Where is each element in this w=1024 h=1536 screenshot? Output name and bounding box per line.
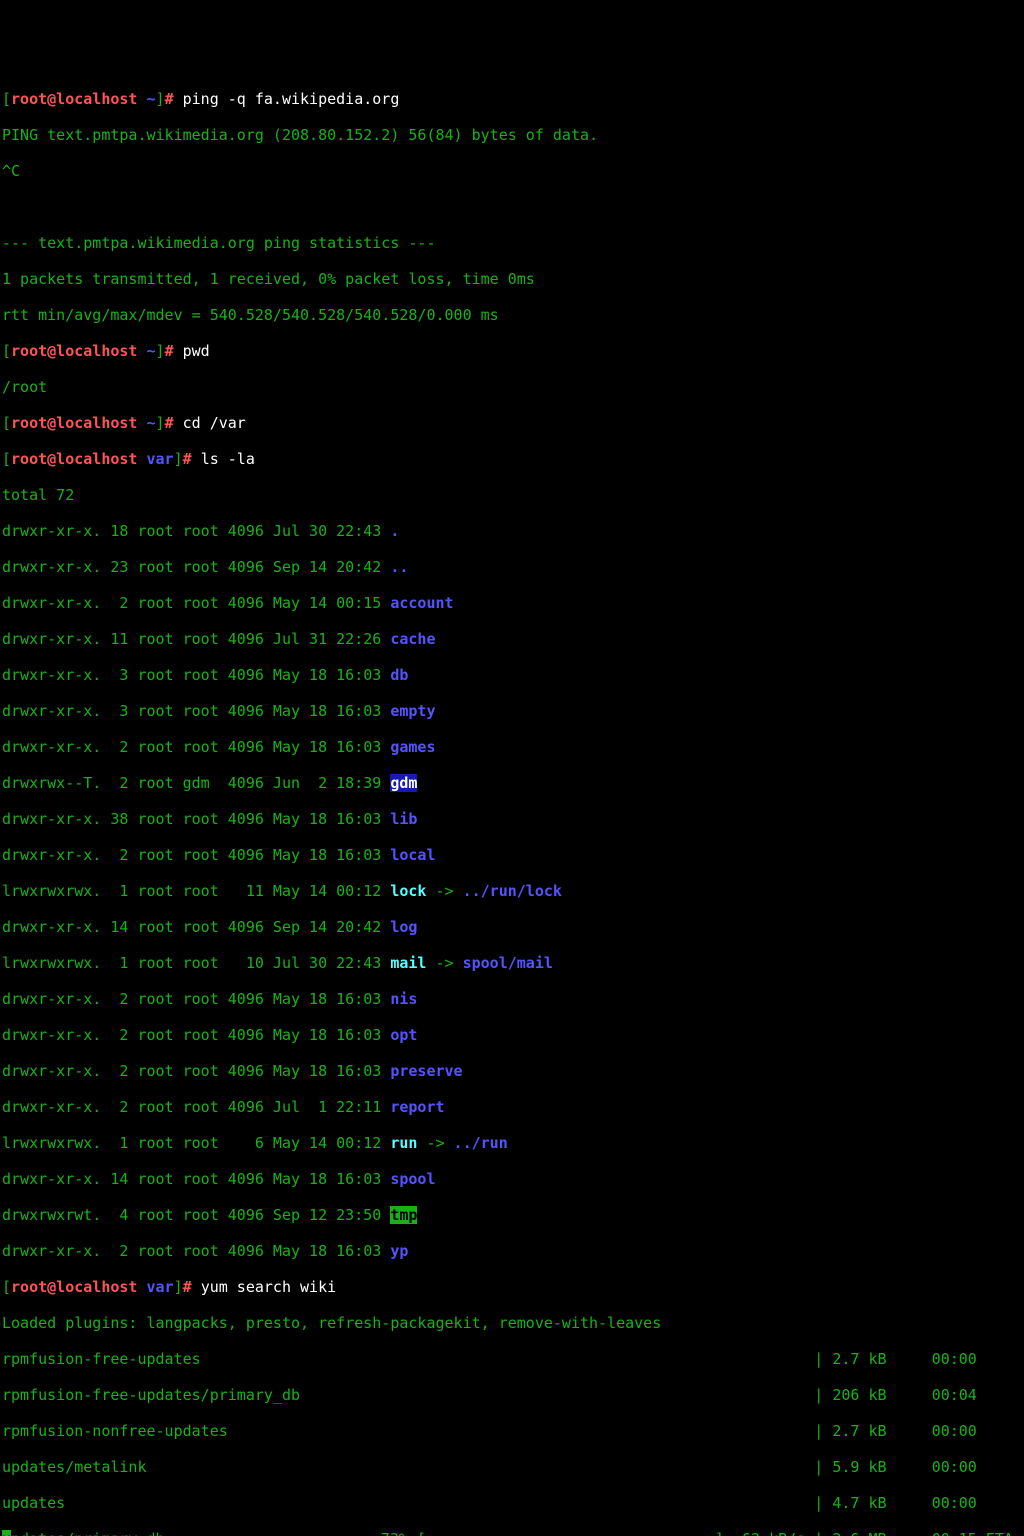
cmd-ping: ping -q fa.wikipedia.org: [183, 90, 400, 108]
symlink: mail: [390, 954, 426, 972]
ls-row: drwxr-xr-x. 14 root root 4096 May 18 16:…: [2, 1170, 1022, 1188]
ls-row: drwxr-xr-x. 18 root root 4096 Jul 30 22:…: [2, 522, 1022, 540]
yum-row: updates/metalink| 5.9 kB 00:00: [2, 1458, 1022, 1476]
ls-row: drwxr-xr-x. 2 root root 4096 May 18 16:0…: [2, 1062, 1022, 1080]
ls-row: drwxr-xr-x. 38 root root 4096 May 18 16:…: [2, 810, 1022, 828]
ls-row: drwxr-xr-x. 3 root root 4096 May 18 16:0…: [2, 702, 1022, 720]
pwd-output: /root: [2, 378, 1022, 396]
dir-tmp: tmp: [390, 1206, 417, 1224]
ls-row: drwxr-xr-x. 2 root root 4096 May 14 00:1…: [2, 594, 1022, 612]
yum-row: rpmfusion-free-updates/primary_db| 206 k…: [2, 1386, 1022, 1404]
ls-row: drwxr-xr-x. 2 root root 4096 May 18 16:0…: [2, 1026, 1022, 1044]
ls-row: drwxr-xr-x. 2 root root 4096 May 18 16:0…: [2, 846, 1022, 864]
ping-blank: [2, 198, 1022, 216]
ping-stats-hdr: --- text.pmtpa.wikimedia.org ping statis…: [2, 234, 1022, 252]
ls-total: total 72: [2, 486, 1022, 504]
ls-row: drwxr-xr-x. 14 root root 4096 Sep 14 20:…: [2, 918, 1022, 936]
ls-row: drwxr-xr-x. 2 root root 4096 Jul 1 22:11…: [2, 1098, 1022, 1116]
yum-row: rpmfusion-nonfree-updates| 2.7 kB 00:00: [2, 1422, 1022, 1440]
ls-row: drwxr-xr-x. 11 root root 4096 Jul 31 22:…: [2, 630, 1022, 648]
ping-stats2: rtt min/avg/max/mdev = 540.528/540.528/5…: [2, 306, 1022, 324]
cmd-yum: yum search wiki: [201, 1278, 336, 1296]
prompt-line: [root@localhost var]# ls -la: [2, 450, 1022, 468]
ls-row: drwxr-xr-x. 3 root root 4096 May 18 16:0…: [2, 666, 1022, 684]
ping-output: PING text.pmtpa.wikimedia.org (208.80.15…: [2, 126, 1022, 144]
prompt-line: [root@localhost ~]# pwd: [2, 342, 1022, 360]
symlink: run: [390, 1134, 417, 1152]
ls-row: drwxrwx--T. 2 root gdm 4096 Jun 2 18:39 …: [2, 774, 1022, 792]
dir-gdm: gdm: [390, 774, 417, 792]
cmd-cd: cd /var: [183, 414, 246, 432]
progress-bar: [=========================- ]: [417, 1530, 724, 1536]
cursor-block: u: [2, 1530, 11, 1536]
symlink: lock: [390, 882, 426, 900]
yum-row: updates| 4.7 kB 00:00: [2, 1494, 1022, 1512]
ls-row: lrwxrwxrwx. 1 root root 11 May 14 00:12 …: [2, 882, 1022, 900]
terminal[interactable]: [root@localhost ~]# ping -q fa.wikipedia…: [0, 72, 1024, 1536]
ls-row: drwxr-xr-x. 2 root root 4096 May 18 16:0…: [2, 990, 1022, 1008]
yum-row: rpmfusion-free-updates| 2.7 kB 00:00: [2, 1350, 1022, 1368]
prompt-line: [root@localhost ~]# ping -q fa.wikipedia…: [2, 90, 1022, 108]
ping-stats1: 1 packets transmitted, 1 received, 0% pa…: [2, 270, 1022, 288]
ls-row: lrwxrwxrwx. 1 root root 6 May 14 00:12 r…: [2, 1134, 1022, 1152]
ls-row: drwxr-xr-x. 2 root root 4096 May 18 16:0…: [2, 738, 1022, 756]
prompt-line: [root@localhost ~]# cd /var: [2, 414, 1022, 432]
prompt-line: [root@localhost var]# yum search wiki: [2, 1278, 1022, 1296]
ls-row: drwxrwxrwt. 4 root root 4096 Sep 12 23:5…: [2, 1206, 1022, 1224]
ls-row: drwxr-xr-x. 23 root root 4096 Sep 14 20:…: [2, 558, 1022, 576]
ls-row: drwxr-xr-x. 2 root root 4096 May 18 16:0…: [2, 1242, 1022, 1260]
yum-progress: updates/primary_db73% [=================…: [2, 1530, 1022, 1536]
ls-row: lrwxrwxrwx. 1 root root 10 Jul 30 22:43 …: [2, 954, 1022, 972]
ping-ctrlc: ^C: [2, 162, 1022, 180]
cmd-pwd: pwd: [183, 342, 210, 360]
cmd-ls: ls -la: [201, 450, 255, 468]
yum-plugins: Loaded plugins: langpacks, presto, refre…: [2, 1314, 1022, 1332]
